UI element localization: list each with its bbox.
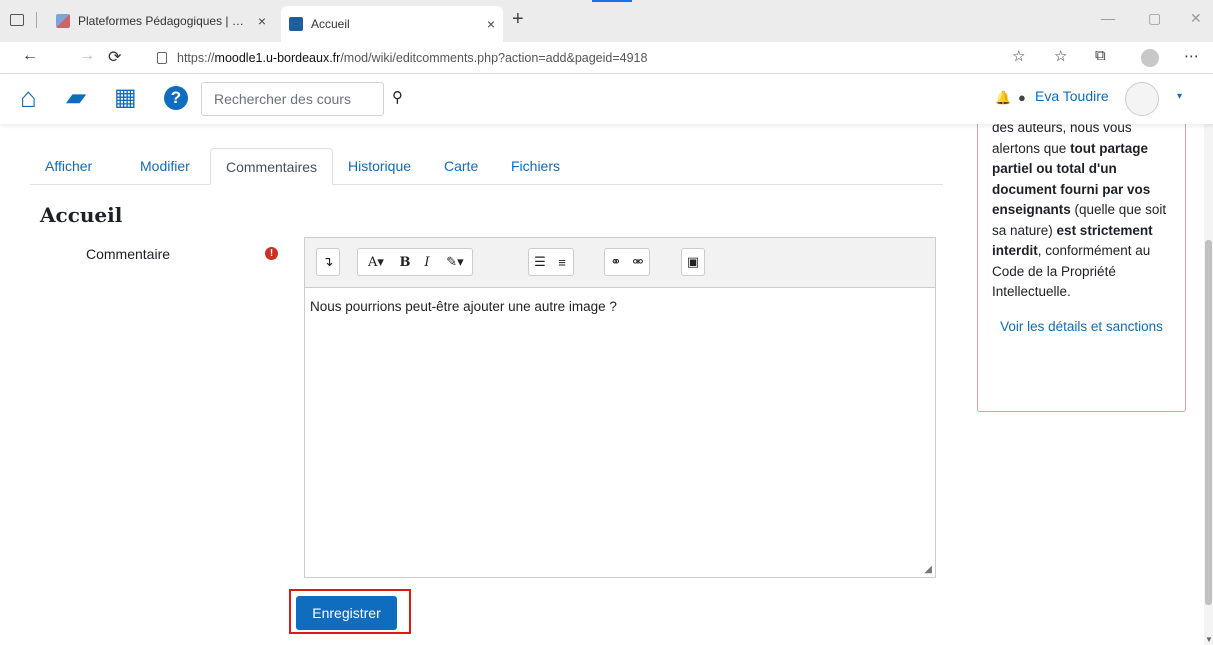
scroll-down-icon[interactable]: ▼ <box>1205 635 1213 644</box>
wiki-tabs: Afficher Modifier Commentaires Historiqu… <box>30 148 943 185</box>
lock-icon <box>157 52 167 64</box>
minimize-icon[interactable]: — <box>1101 10 1115 26</box>
url-path: /mod/wiki/editcomments.php?action=add&pa… <box>340 51 648 65</box>
book-icon[interactable]: ▰ <box>64 84 88 111</box>
profile-icon[interactable] <box>1141 49 1159 67</box>
copyright-notice-block: Sauf consentement formel des auteurs, no… <box>977 90 1186 412</box>
page-title: Accueil <box>40 203 123 227</box>
loading-indicator <box>592 0 632 2</box>
address-bar: ← → ⟳ https:// moodle1.u-bordeaux.fr /mo… <box>0 42 1213 74</box>
new-tab-icon[interactable]: + <box>512 8 524 31</box>
user-name[interactable]: Eva Toudire <box>1035 88 1109 104</box>
home-icon[interactable]: ⌂ <box>20 84 37 112</box>
tab-title: Plateformes Pédagogiques | ENT <box>78 14 252 28</box>
menu-icon[interactable]: ⋯ <box>1184 47 1199 65</box>
bold-icon[interactable]: B <box>394 249 416 275</box>
toolbar-group: ↴ <box>316 248 340 276</box>
notice-text: des auteurs, nous vous alertons que tout… <box>992 118 1171 303</box>
browser-tab-accueil[interactable]: Accueil × <box>281 6 503 42</box>
restore-icon[interactable]: ▢ <box>1148 10 1161 27</box>
comment-label: Commentaire <box>86 246 171 262</box>
url-prefix: https:// <box>177 51 215 65</box>
help-icon[interactable]: ? <box>164 86 188 110</box>
scrollbar-thumb[interactable] <box>1205 240 1212 605</box>
editor-toolbar: ↴ A▾ B I ✎▾ ☰ ≡ ⚭ ⚮ ▣ <box>305 238 935 288</box>
calendar-icon[interactable]: ▦ <box>114 85 137 111</box>
moodle-navbar: ⌂ ▰ ▦ ? Rechercher des cours ⚲ 🔔 ● Eva T… <box>0 74 1213 124</box>
tab-commentaires[interactable]: Commentaires <box>210 148 334 185</box>
favicon-icon <box>56 14 70 28</box>
toolbar-group: ▣ <box>681 248 705 276</box>
favicon-icon <box>289 17 303 31</box>
tab-actions-icon[interactable] <box>10 14 24 26</box>
forward-icon[interactable]: → <box>79 47 95 65</box>
search-icon[interactable]: ⚲ <box>392 88 403 106</box>
tab-fichiers[interactable]: Fichiers <box>496 148 575 185</box>
browser-tab-strip: Plateformes Pédagogiques | ENT × Accueil… <box>0 0 1213 42</box>
search-input[interactable]: Rechercher des cours <box>201 82 384 116</box>
close-window-icon[interactable]: ✕ <box>1190 10 1202 27</box>
comment-editor: ↴ A▾ B I ✎▾ ☰ ≡ ⚭ ⚮ ▣ Nous pourrions peu… <box>304 237 936 578</box>
font-style-icon[interactable]: A▾ <box>358 249 394 275</box>
italic-icon[interactable]: I <box>416 249 438 275</box>
browser-tab-plateformes[interactable]: Plateformes Pédagogiques | ENT × <box>48 6 274 36</box>
show-more-icon[interactable]: ↴ <box>317 249 339 275</box>
tab-separator <box>36 12 37 28</box>
chevron-down-icon[interactable]: ▾ <box>1177 91 1182 102</box>
favorites-bar-icon[interactable]: ☆ <box>1054 47 1067 65</box>
details-link[interactable]: Voir les détails et sanctions <box>992 317 1171 338</box>
save-button[interactable]: Enregistrer <box>296 596 397 630</box>
tab-carte[interactable]: Carte <box>429 148 493 185</box>
numbered-list-icon[interactable]: ≡ <box>551 249 573 275</box>
favorites-icon[interactable]: ☆ <box>1012 47 1025 65</box>
text-color-icon[interactable]: ✎▾ <box>438 249 472 275</box>
url-field[interactable]: https:// moodle1.u-bordeaux.fr /mod/wiki… <box>157 46 977 70</box>
link-icon[interactable]: ⚭ <box>605 249 627 275</box>
tab-modifier[interactable]: Modifier <box>125 148 205 185</box>
resize-handle-icon[interactable]: ◢ <box>924 564 932 575</box>
tab-afficher[interactable]: Afficher <box>30 148 107 185</box>
toolbar-group: ☰ ≡ <box>528 248 574 276</box>
tab-title: Accueil <box>311 17 350 31</box>
required-icon: ! <box>265 247 278 260</box>
toolbar-group: ⚭ ⚮ <box>604 248 650 276</box>
url-host: moodle1.u-bordeaux.fr <box>214 51 341 65</box>
back-icon[interactable]: ← <box>22 47 38 65</box>
toolbar-group: A▾ B I ✎▾ <box>357 248 473 276</box>
refresh-icon[interactable]: ⟳ <box>108 47 121 67</box>
bell-icon[interactable]: 🔔 <box>995 90 1011 106</box>
tab-close-icon[interactable]: × <box>487 16 495 32</box>
unlink-icon[interactable]: ⚮ <box>627 249 649 275</box>
user-avatar[interactable] <box>1125 82 1159 116</box>
tab-historique[interactable]: Historique <box>333 148 426 185</box>
tab-close-icon[interactable]: × <box>258 13 266 29</box>
chat-icon[interactable]: ● <box>1018 90 1026 105</box>
comment-textarea[interactable]: Nous pourrions peut-être ajouter une aut… <box>305 289 935 577</box>
image-icon[interactable]: ▣ <box>682 249 704 275</box>
collections-icon[interactable]: ⧉ <box>1095 47 1106 64</box>
bullet-list-icon[interactable]: ☰ <box>529 249 551 275</box>
